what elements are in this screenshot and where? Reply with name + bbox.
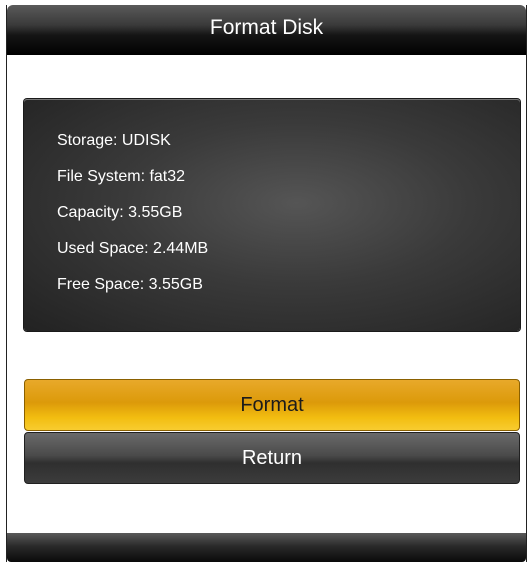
capacity-info: Capacity: 3.55GB bbox=[57, 204, 183, 221]
free-space-info: Free Space: 3.55GB bbox=[57, 276, 203, 293]
format-disk-dialog: Format Disk Storage: UDISK File System: … bbox=[6, 5, 527, 562]
format-button[interactable]: Format bbox=[24, 379, 520, 431]
return-button-label: Return bbox=[241, 446, 303, 469]
used-space-info: Used Space: 2.44MB bbox=[57, 240, 209, 257]
file-system-info: File System: fat32 bbox=[57, 168, 186, 185]
dialog-title: Format Disk bbox=[209, 16, 324, 39]
bottom-bar bbox=[7, 533, 526, 562]
storage-info: Storage: UDISK bbox=[57, 132, 171, 149]
title-bar: Format Disk bbox=[7, 5, 526, 55]
disk-info-panel: Storage: UDISK File System: fat32 Capaci… bbox=[24, 99, 520, 331]
format-button-label: Format bbox=[240, 393, 304, 416]
return-button[interactable]: Return bbox=[24, 432, 520, 484]
